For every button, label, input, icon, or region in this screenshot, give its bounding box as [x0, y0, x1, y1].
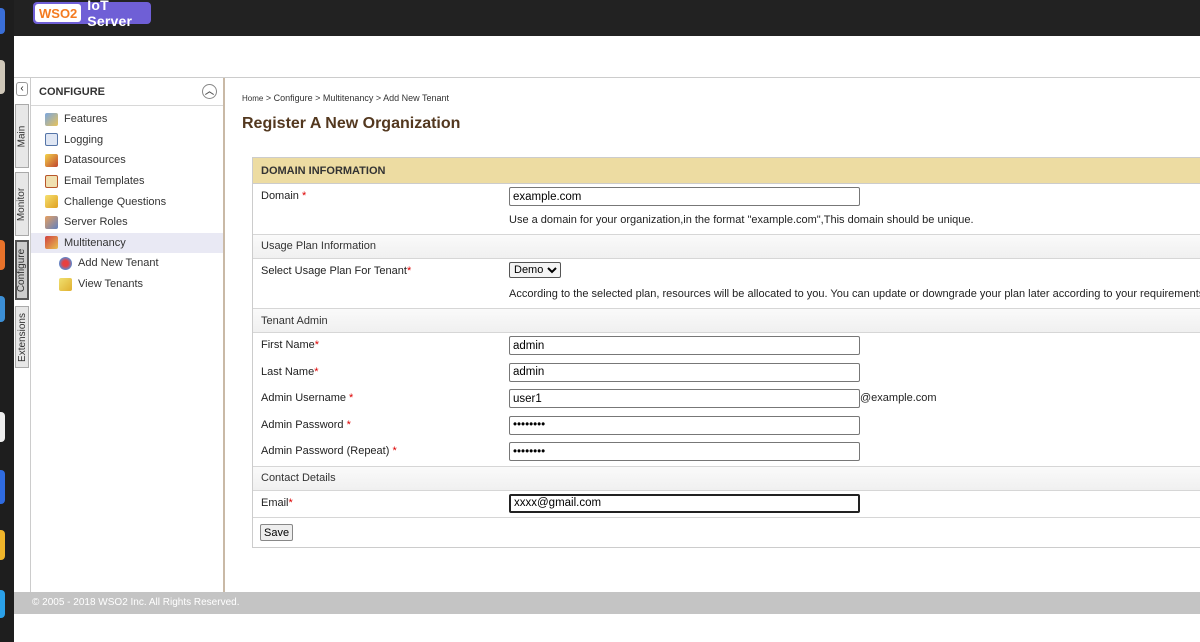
chevron-up-icon[interactable]: ︿ — [202, 84, 217, 99]
first-name-row: First Name* — [253, 333, 1200, 360]
last-name-row: Last Name* — [253, 360, 1200, 387]
menu-title: CONFIGURE — [39, 85, 105, 98]
admin-username-row: Admin Username * @example.com — [253, 386, 1200, 413]
admin-username-input[interactable] — [509, 389, 860, 408]
menu-header: CONFIGURE ︿ — [31, 78, 223, 106]
admin-password-repeat-row: Admin Password (Repeat) * — [253, 439, 1200, 466]
admin-password-repeat-input[interactable] — [509, 442, 860, 461]
sidebar-item-label: Multitenancy — [64, 236, 126, 249]
usage-plan-select[interactable]: Demo — [509, 261, 561, 278]
challenge-questions-icon — [45, 195, 58, 209]
top-header: WSO2 IoT Server — [14, 0, 1200, 36]
dock-app-icon[interactable] — [0, 296, 5, 322]
email-row: Email* — [253, 491, 1200, 518]
dock-app-icon[interactable] — [0, 8, 5, 34]
sidebar-item-server-roles[interactable]: Server Roles — [31, 212, 223, 233]
add-tenant-icon — [59, 256, 72, 270]
tab-extensions[interactable]: Extensions — [15, 306, 29, 368]
register-tenant-form: DOMAIN INFORMATION Domain * Use a domain… — [252, 157, 1200, 548]
sidebar-item-add-new-tenant[interactable]: Add New Tenant — [31, 253, 223, 274]
admin-username-label: Admin Username * — [261, 392, 354, 404]
breadcrumb: Home > Configure > Multitenancy > Add Ne… — [242, 93, 449, 103]
admin-password-row: Admin Password * — [253, 413, 1200, 440]
sidebar-item-label: Add New Tenant — [78, 257, 159, 270]
sidebar-item-label: Server Roles — [64, 216, 128, 229]
email-input[interactable] — [509, 493, 860, 513]
usage-plan-help-text: According to the selected plan, resource… — [509, 288, 1200, 300]
wso2-iot-logo[interactable]: WSO2 IoT Server — [33, 0, 151, 29]
sidebar-item-label: Datasources — [64, 154, 126, 167]
dock-app-icon[interactable] — [0, 470, 5, 504]
multitenancy-icon — [45, 236, 58, 250]
sidebar-item-view-tenants[interactable]: View Tenants — [31, 274, 223, 295]
product-name: IoT Server — [87, 0, 133, 29]
breadcrumb-home[interactable]: Home — [242, 94, 263, 103]
admin-password-input[interactable] — [509, 415, 860, 435]
save-button[interactable]: Save — [260, 524, 294, 541]
breadcrumb-path: > Configure > Multitenancy > Add New Ten… — [263, 93, 450, 103]
dock-app-icon[interactable] — [0, 60, 5, 94]
email-label: Email* — [261, 496, 293, 509]
sidebar-item-email-templates[interactable]: Email Templates — [31, 171, 223, 192]
domain-label: Domain * — [261, 190, 307, 202]
main-content: Home > Configure > Multitenancy > Add Ne… — [226, 78, 1200, 592]
sidebar-item-label: Email Templates — [64, 175, 145, 188]
first-name-label: First Name* — [261, 339, 320, 351]
tab-monitor-label: Monitor — [16, 187, 28, 221]
sidebar-item-multitenancy[interactable]: Multitenancy — [31, 232, 223, 254]
dock-app-icon[interactable] — [0, 590, 5, 618]
page-title: Register A New Organization — [242, 115, 461, 132]
tab-extensions-label: Extensions — [16, 312, 28, 362]
collapse-left-icon[interactable]: ‹ — [16, 82, 28, 96]
features-icon — [45, 112, 58, 126]
logging-icon — [45, 133, 58, 147]
footer-copyright: © 2005 - 2018 WSO2 Inc. All Rights Reser… — [14, 592, 1200, 614]
sidebar-item-label: Logging — [64, 133, 104, 146]
domain-input[interactable] — [509, 187, 860, 206]
domain-section-header: DOMAIN INFORMATION — [253, 158, 1200, 184]
sidebar-item-features[interactable]: Features — [31, 109, 223, 130]
dock-app-icon[interactable] — [0, 240, 5, 270]
tab-monitor[interactable]: Monitor — [15, 172, 29, 236]
dock-app-icon[interactable] — [0, 412, 5, 442]
server-roles-icon — [45, 215, 58, 229]
sidebar-item-label: Challenge Questions — [64, 195, 167, 208]
sidebar-item-challenge-questions[interactable]: Challenge Questions — [31, 191, 223, 212]
view-tenants-icon — [59, 277, 72, 291]
left-menu: CONFIGURE ︿ Features Logging Datasources… — [30, 78, 225, 592]
admin-password-repeat-label: Admin Password (Repeat) * — [261, 445, 397, 457]
sub-header — [14, 36, 1200, 78]
sidebar-item-logging[interactable]: Logging — [31, 130, 223, 151]
last-name-input[interactable] — [509, 362, 860, 382]
domain-row: Domain * — [253, 184, 1200, 211]
wso2-logo-text: WSO2 — [35, 4, 82, 22]
last-name-label: Last Name* — [261, 365, 319, 378]
datasources-icon — [45, 153, 58, 167]
tab-configure-label: Configure — [16, 248, 28, 292]
os-dock — [0, 0, 14, 642]
usage-plan-label: Select Usage Plan For Tenant* — [261, 264, 412, 277]
username-domain-suffix: @example.com — [860, 392, 937, 404]
tab-main[interactable]: Main — [15, 104, 29, 168]
dock-app-icon[interactable] — [0, 530, 5, 560]
tab-main-label: Main — [16, 125, 28, 147]
email-templates-icon — [45, 174, 58, 188]
first-name-input[interactable] — [509, 336, 860, 355]
sidebar-item-datasources[interactable]: Datasources — [31, 150, 223, 171]
form-actions: Save — [253, 517, 1200, 547]
usage-plan-section-header: Usage Plan Information — [253, 233, 1200, 259]
tenant-admin-section-header: Tenant Admin — [253, 308, 1200, 333]
contact-details-section-header: Contact Details — [253, 465, 1200, 491]
sidebar-item-label: View Tenants — [78, 278, 144, 291]
tab-configure[interactable]: Configure — [15, 240, 29, 300]
admin-password-label: Admin Password * — [261, 418, 351, 431]
domain-help-text: Use a domain for your organization,in th… — [509, 213, 974, 226]
usage-plan-row: Select Usage Plan For Tenant* Demo — [253, 259, 1200, 286]
sidebar-item-label: Features — [64, 113, 108, 126]
